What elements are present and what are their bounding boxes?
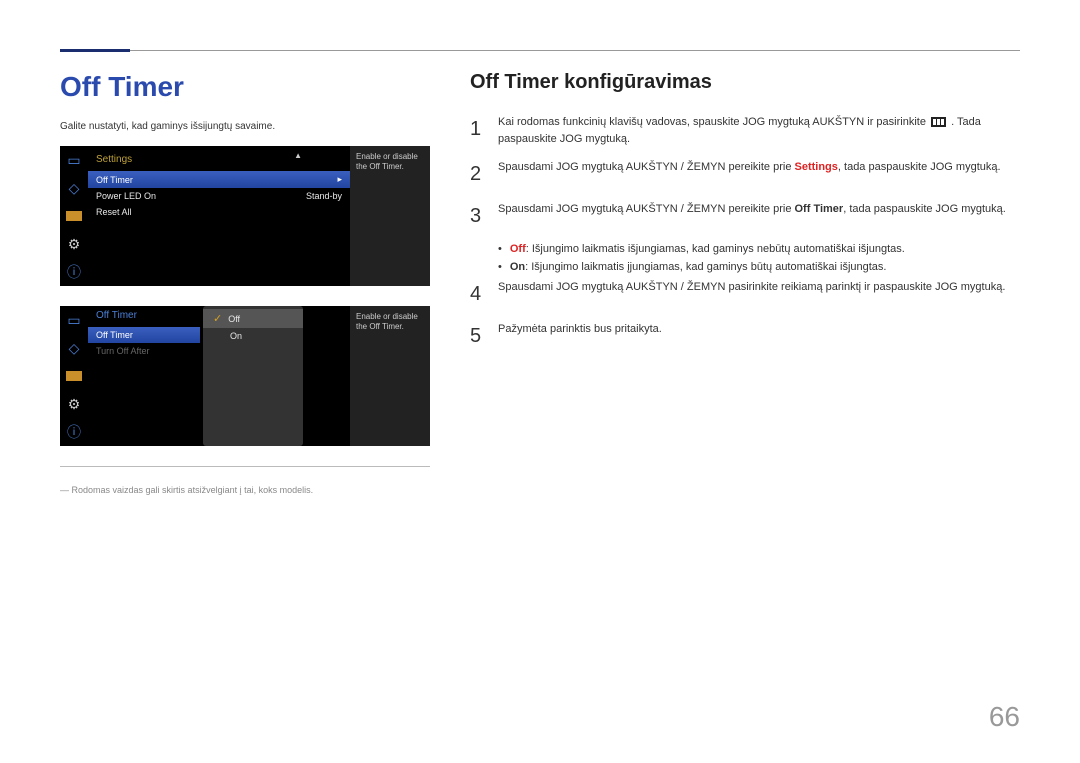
step-2: 2 Spausdami JOG mygtuką AUKŠTYN / ŽEMYN … [470, 159, 1020, 189]
scroll-up-icon: ▲ [294, 151, 302, 160]
menu-item-reset-all[interactable]: Reset All [88, 204, 350, 220]
osd-menu-icon [931, 117, 946, 127]
step-5: 5 Pažymėta parinktis bus pritaikyta. [470, 321, 1020, 351]
footnote: ― Rodomas vaizdas gali skirtis atsižvelg… [60, 485, 430, 495]
monitor-icon: ▭ [61, 307, 87, 333]
osd-hint: Enable or disable the Off Timer. [350, 146, 430, 286]
osd-sidebar: ▭ ◇ ⚙ ⓘ [60, 146, 88, 286]
menu-item-off-timer-2[interactable]: Off Timer [88, 327, 200, 343]
section-title-right: Off Timer konfigūravimas [470, 71, 1020, 94]
osd-off-timer: ▭ ◇ ⚙ ⓘ Off Timer Off Timer [60, 306, 430, 446]
submenu-item-off[interactable]: ✓ Off [203, 309, 303, 328]
menu-item-label: Turn Off After [96, 346, 150, 356]
menu-item-label: Off Timer [96, 330, 133, 340]
color-icon [61, 203, 87, 229]
gear-icon: ⚙ [61, 391, 87, 417]
gear-icon: ⚙ [61, 231, 87, 257]
osd-menu-list: Settings ▲ Off Timer ▸ Power LED On Stan… [88, 146, 350, 286]
step-1: 1 Kai rodomas funkcinių klavišų vadovas,… [470, 114, 1020, 147]
menu-item-label: Power LED On [96, 191, 156, 201]
osd-sidebar: ▭ ◇ ⚙ ⓘ [60, 306, 88, 446]
menu-item-label: Off Timer [96, 175, 133, 185]
step-3: 3 Spausdami JOG mygtuką AUKŠTYN / ŽEMYN … [470, 201, 1020, 231]
section-desc: Galite nustatyti, kad gaminys išsijungtų… [60, 121, 430, 132]
step-3-sub-on: • On: Išjungimo laikmatis įjungiamas, ka… [498, 261, 1020, 273]
monitor-icon: ▭ [61, 147, 87, 173]
step-number: 5 [470, 321, 486, 351]
top-rule [60, 50, 1020, 51]
color-icon [61, 363, 87, 389]
menu-item-value: Stand-by [306, 191, 342, 201]
submenu-item-on[interactable]: On [203, 328, 303, 344]
step-number: 3 [470, 201, 486, 231]
menu-item-turn-off-after: Turn Off After [88, 343, 200, 359]
osd-submenu: ✓ Off On [203, 306, 303, 446]
osd-settings: ▭ ◇ ⚙ ⓘ Settings ▲ Off Timer ▸ [60, 146, 430, 286]
step-4: 4 Spausdami JOG mygtuką AUKŠTYN / ŽEMYN … [470, 279, 1020, 309]
section-title-left: Off Timer [60, 71, 430, 103]
chevron-right-icon: ▸ [337, 174, 342, 185]
osd2-title: Off Timer [88, 306, 200, 327]
submenu-item-label: Off [228, 314, 240, 324]
step-number: 2 [470, 159, 486, 189]
page-number: 66 [989, 701, 1020, 733]
picture-icon: ◇ [61, 335, 87, 361]
picture-icon: ◇ [61, 175, 87, 201]
step-3-sub-off: • Off: Išjungimo laikmatis išjungiamas, … [498, 243, 1020, 255]
divider [60, 466, 430, 467]
osd-hint: Enable or disable the Off Timer. [350, 306, 430, 446]
submenu-item-label: On [230, 331, 242, 341]
check-icon: ✓ [213, 312, 222, 325]
menu-item-off-timer[interactable]: Off Timer ▸ [88, 171, 350, 188]
step-number: 1 [470, 114, 486, 147]
info-icon: ⓘ [61, 259, 87, 285]
menu-item-power-led[interactable]: Power LED On Stand-by [88, 188, 350, 204]
menu-item-label: Reset All [96, 207, 132, 217]
step-number: 4 [470, 279, 486, 309]
osd-title: Settings ▲ [88, 150, 350, 171]
info-icon: ⓘ [61, 419, 87, 445]
